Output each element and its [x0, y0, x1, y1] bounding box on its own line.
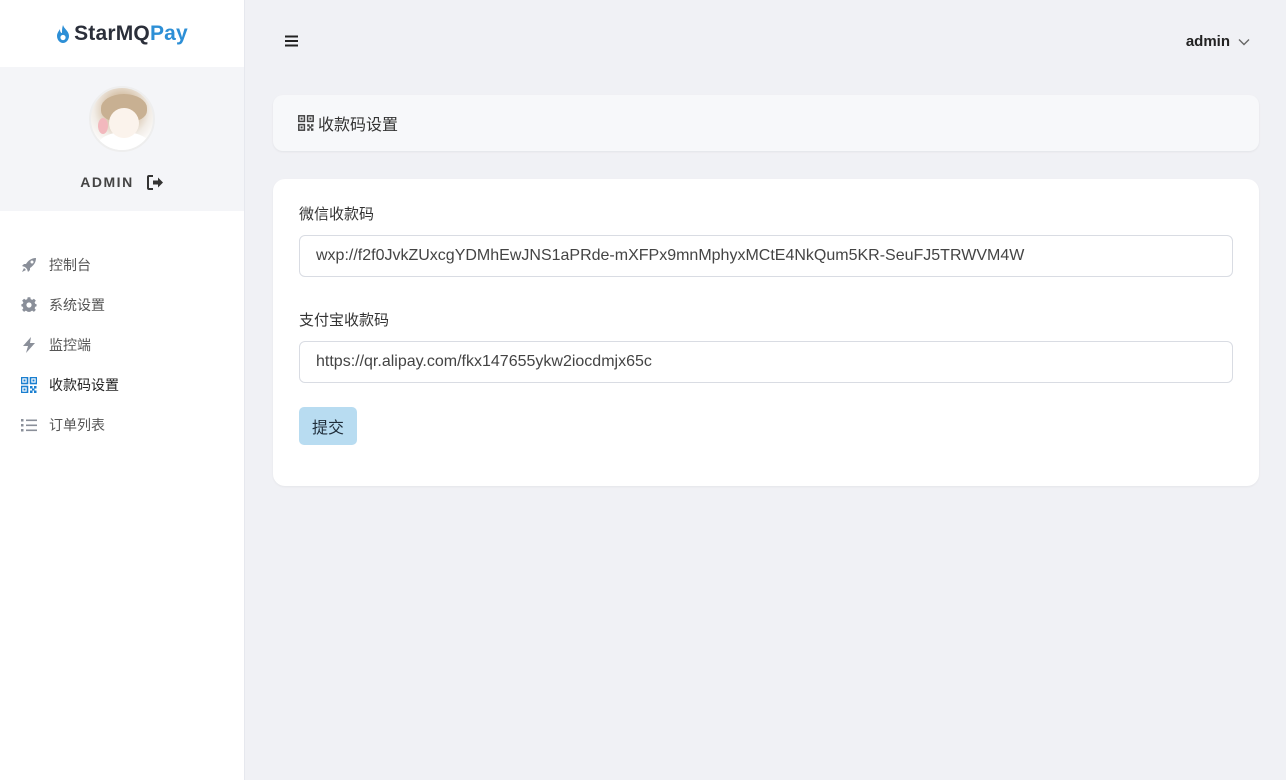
lightning-icon	[23, 337, 35, 353]
user-name: ADMIN	[80, 174, 134, 190]
sidebar-item-label: 订单列表	[49, 417, 105, 433]
wechat-qrcode-label: 微信收款码	[299, 206, 375, 223]
wechat-qrcode-input[interactable]	[299, 235, 1233, 277]
sidebar-item-order-list[interactable]: 订单列表	[0, 405, 244, 445]
gear-icon	[21, 297, 37, 312]
user-menu-label: admin	[1185, 33, 1230, 50]
page-title: 收款码设置	[318, 117, 399, 134]
sidebar-item-qrcode-settings[interactable]: 收款码设置	[0, 365, 244, 405]
sidebar-nav: 控制台 系统设置 监控端 收款码设置 订单列表	[0, 211, 244, 445]
sidebar: StarMQ Pay ADMIN 控制台 系统设置 监控端 收款码设置 订单列表	[0, 0, 245, 780]
list-icon	[21, 419, 37, 432]
flame-icon	[57, 24, 70, 43]
brand-name-main: StarMQ	[74, 21, 150, 45]
submit-button[interactable]: 提交	[299, 407, 357, 445]
page-header: 收款码设置	[273, 95, 1259, 151]
wechat-field-group: 微信收款码	[299, 205, 1233, 277]
avatar[interactable]	[89, 86, 155, 152]
alipay-qrcode-label: 支付宝收款码	[299, 312, 390, 329]
sidebar-item-label: 控制台	[49, 257, 91, 273]
sidebar-item-label: 监控端	[49, 337, 91, 353]
hamburger-menu-icon[interactable]	[285, 35, 298, 47]
sidebar-item-system-settings[interactable]: 系统设置	[0, 285, 244, 325]
brand-logo[interactable]: StarMQ Pay	[0, 0, 244, 67]
sidebar-item-label: 系统设置	[49, 297, 105, 313]
sidebar-item-label: 收款码设置	[49, 377, 119, 393]
alipay-qrcode-input[interactable]	[299, 341, 1233, 383]
qrcode-icon	[298, 115, 314, 131]
alipay-field-group: 支付宝收款码	[299, 311, 1233, 383]
rocket-icon	[22, 258, 36, 272]
logout-icon[interactable]	[146, 174, 164, 190]
chevron-down-icon	[1238, 38, 1250, 45]
qrcode-settings-form: 微信收款码 支付宝收款码 提交	[273, 179, 1259, 486]
qrcode-icon	[21, 377, 37, 393]
topbar: admin	[245, 0, 1286, 84]
user-panel: ADMIN	[0, 67, 244, 211]
user-menu-dropdown[interactable]: admin	[1186, 33, 1250, 50]
sidebar-item-monitor[interactable]: 监控端	[0, 325, 244, 365]
sidebar-item-dashboard[interactable]: 控制台	[0, 245, 244, 285]
brand-name-accent: Pay	[149, 21, 188, 45]
